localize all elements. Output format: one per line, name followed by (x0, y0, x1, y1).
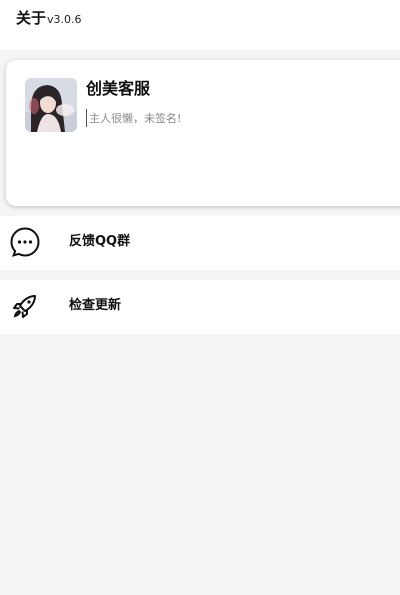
check-update-item[interactable]: 检查更新 (0, 280, 400, 334)
about-page: 关于v3.0.6 创美客服 反馈QQ群 (0, 0, 400, 595)
page-title: 关于v3.0.6 (16, 8, 82, 30)
feedback-qq-group-item[interactable]: 反馈QQ群 (0, 216, 400, 270)
top-bar: 关于v3.0.6 (0, 0, 400, 50)
profile-name: 创美客服 (86, 79, 151, 98)
rocket-icon (13, 295, 36, 318)
check-update-label: 检查更新 (69, 298, 122, 313)
avatar[interactable] (25, 78, 77, 132)
version-label: v3.0.6 (47, 13, 82, 26)
chat-bubble-icon (10, 227, 40, 257)
signature-input[interactable] (86, 109, 289, 127)
page-title-text: 关于 (16, 9, 47, 27)
avatar-image (25, 78, 77, 132)
profile-card: 创美客服 (6, 60, 400, 206)
feedback-qq-group-label: 反馈QQ群 (69, 234, 131, 249)
